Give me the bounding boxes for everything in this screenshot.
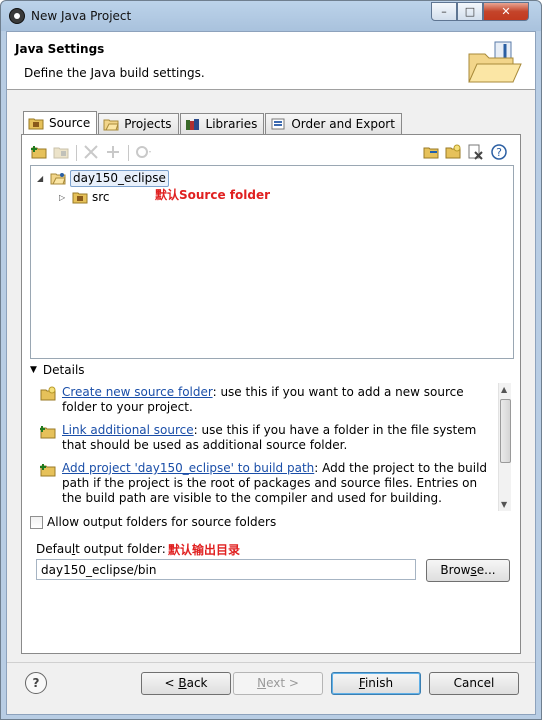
scroll-down-icon[interactable]: ▼ xyxy=(501,500,507,509)
tab-libraries[interactable]: Libraries xyxy=(179,113,265,134)
projects-icon xyxy=(103,119,119,131)
expand-arrow-icon[interactable]: ▷ xyxy=(59,193,68,202)
project-name: day150_eclipse xyxy=(70,169,169,187)
add-library-icon[interactable] xyxy=(52,143,70,161)
add-source-folder-icon[interactable] xyxy=(30,143,48,161)
exclude-icon[interactable] xyxy=(82,143,100,161)
detail-link-source: Link additional source: use this if you … xyxy=(40,423,490,453)
new-folder-icon[interactable] xyxy=(444,143,462,161)
tab-libraries-label: Libraries xyxy=(205,117,258,131)
details-content: Create new source folder: use this if yo… xyxy=(40,385,510,509)
scrollbar-thumb[interactable] xyxy=(500,399,511,463)
allow-output-folders-checkbox[interactable] xyxy=(30,515,43,529)
allow-output-folders-label: Allow output folders for source folders xyxy=(47,515,277,529)
details-scrollbar[interactable]: ▲ ▼ xyxy=(498,383,511,511)
source-tree: ◢ day150_eclipse ▷ src 默认Source folder xyxy=(30,165,514,359)
finish-button[interactable]: Finish xyxy=(331,672,421,695)
include-icon[interactable] xyxy=(104,143,122,161)
new-source-folder-icon xyxy=(40,386,56,401)
configure-icon[interactable] xyxy=(134,143,152,161)
source-tab-panel: ? ◢ day150_eclipse ▷ src 默认Source folder… xyxy=(21,134,521,654)
help-icon[interactable]: ? xyxy=(490,143,508,161)
settings-tabs: Source Projects Libraries Order and Expo… xyxy=(23,111,403,134)
tab-projects-label: Projects xyxy=(124,117,172,131)
window-title: New Java Project xyxy=(31,9,132,23)
add-project-build-path-link[interactable]: Add project 'day150_eclipse' to build pa… xyxy=(62,461,314,475)
source-toolbar: ? xyxy=(30,143,510,163)
close-button[interactable]: ✕ xyxy=(483,2,529,21)
link-additional-source-link[interactable]: Link additional source xyxy=(62,423,194,437)
src-folder-name: src xyxy=(92,190,110,204)
help-button[interactable]: ? xyxy=(25,672,47,694)
detail-create-source: Create new source folder: use this if yo… xyxy=(40,385,490,415)
add-to-build-path-icon xyxy=(40,464,56,477)
minimize-button[interactable]: – xyxy=(431,2,457,21)
detail-add-project: Add project 'day150_eclipse' to build pa… xyxy=(40,461,490,506)
link-source-icon[interactable] xyxy=(422,143,440,161)
cancel-button[interactable]: Cancel xyxy=(429,672,519,695)
new-java-project-window: New Java Project – □ ✕ Java Settings Def… xyxy=(0,0,542,720)
tab-source[interactable]: Source xyxy=(23,111,98,134)
toolbar-separator-2 xyxy=(128,145,129,161)
libraries-icon xyxy=(185,119,199,130)
package-folder-icon xyxy=(72,192,88,204)
remove-icon[interactable] xyxy=(466,143,484,161)
tab-projects[interactable]: Projects xyxy=(98,113,179,134)
source-folder-annotation: 默认Source folder xyxy=(155,188,271,202)
tab-source-label: Source xyxy=(49,116,91,130)
scroll-up-icon[interactable]: ▲ xyxy=(501,385,507,394)
java-project-wizard-icon xyxy=(468,41,522,83)
svg-text:?: ? xyxy=(496,146,502,159)
next-button[interactable]: Next > xyxy=(233,672,323,695)
create-source-folder-link[interactable]: Create new source folder xyxy=(62,385,213,399)
footer-separator xyxy=(7,662,535,663)
allow-output-folders-option[interactable]: Allow output folders for source folders xyxy=(30,515,276,529)
details-toggle[interactable]: ▼ Details xyxy=(30,363,85,377)
back-button[interactable]: < Back xyxy=(141,672,231,695)
maximize-button[interactable]: □ xyxy=(457,2,483,21)
link-source-folder-icon xyxy=(40,426,56,439)
details-heading: Details xyxy=(42,363,85,377)
dialog-content: Java Settings Define the Java build sett… xyxy=(6,31,536,715)
title-bar: New Java Project – □ ✕ xyxy=(1,1,541,31)
source-folder-icon xyxy=(28,118,44,130)
output-folder-input[interactable] xyxy=(36,559,416,580)
tree-item-project[interactable]: ◢ day150_eclipse xyxy=(37,169,169,187)
page-description: Define the Java build settings. xyxy=(24,66,205,80)
output-dir-annotation: 默认输出目录 xyxy=(168,543,241,557)
eclipse-icon xyxy=(9,8,25,24)
toolbar-separator xyxy=(76,145,77,161)
wizard-header: Java Settings Define the Java build sett… xyxy=(7,32,535,90)
tab-order-and-export-label: Order and Export xyxy=(291,117,395,131)
tab-order-and-export[interactable]: Order and Export xyxy=(265,113,402,134)
collapse-arrow-icon[interactable]: ◢ xyxy=(37,174,46,183)
page-title: Java Settings xyxy=(15,42,105,56)
tree-item-src[interactable]: ▷ src xyxy=(59,188,110,206)
browse-button[interactable]: Browse... xyxy=(426,559,510,582)
default-output-folder-label: Default output folder: xyxy=(36,542,166,556)
details-collapse-icon: ▼ xyxy=(30,365,37,375)
order-export-icon xyxy=(271,118,285,130)
project-folder-icon xyxy=(50,173,66,185)
